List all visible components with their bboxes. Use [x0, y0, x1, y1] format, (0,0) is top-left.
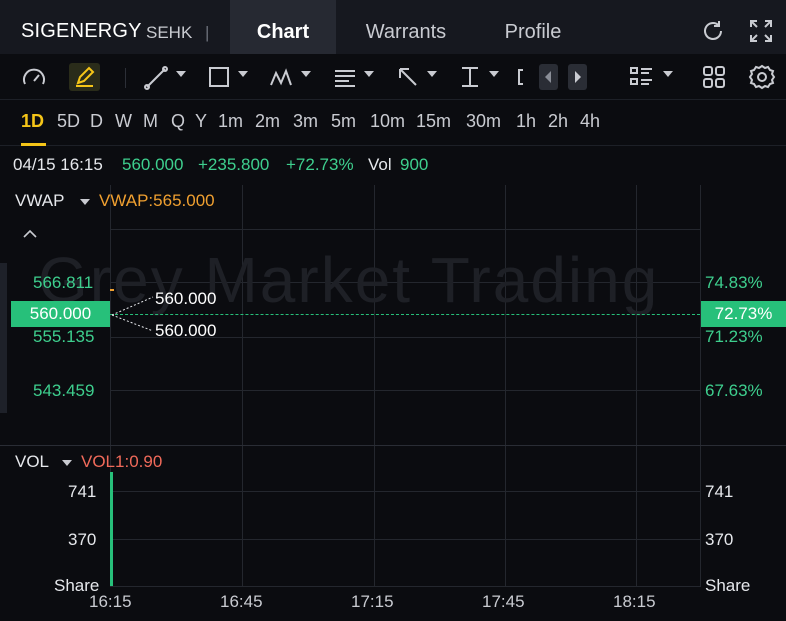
draw-pen-icon[interactable] — [69, 63, 100, 91]
timeframe-10m[interactable]: 10m — [370, 111, 405, 132]
low-annotation: 560.000 — [155, 321, 217, 340]
tab-warrants[interactable]: Warrants — [342, 0, 470, 54]
timeframe-w[interactable]: W — [115, 111, 132, 132]
quote-datetime: 04/15 16:15 — [13, 155, 103, 174]
volume-indicator-name[interactable]: VOL — [15, 452, 49, 472]
high-annotation: 560.000 — [155, 289, 217, 308]
current-price-tag: 560.000 — [11, 301, 110, 327]
timeframe-y[interactable]: Y — [195, 111, 207, 132]
current-pct-tag: 72.73% — [701, 301, 786, 327]
chevron-up-icon[interactable] — [22, 226, 38, 244]
quote-line: 04/15 16:15 560.000 +235.800 +72.73% Vol… — [0, 146, 786, 184]
header-separator: | — [205, 23, 210, 42]
y-axis-label: 555.135 — [33, 327, 95, 346]
arrow-icon[interactable] — [394, 63, 440, 91]
exchange-label: SEHK — [146, 23, 193, 42]
timeframe-1m[interactable]: 1m — [218, 111, 243, 132]
grid-icon[interactable] — [700, 63, 728, 91]
current-price-line — [110, 314, 700, 315]
gridline — [110, 229, 700, 230]
chevron-down-icon — [364, 71, 374, 77]
tab-chart[interactable]: Chart — [230, 0, 336, 54]
volume-bar — [110, 472, 113, 586]
volume-axis-label: 741 — [68, 482, 97, 501]
y-axis-label: 566.811 — [33, 273, 94, 292]
gauge-icon[interactable] — [20, 63, 48, 91]
volume-indicator-value: VOL1:0.90 — [81, 452, 163, 471]
panel-separator — [0, 445, 786, 446]
rectangle-icon[interactable] — [205, 63, 251, 91]
gridline — [700, 185, 701, 587]
vwap-mark — [110, 289, 114, 291]
side-handle[interactable] — [0, 263, 7, 413]
gridline — [110, 539, 700, 540]
quote-price: 560.000 — [122, 155, 184, 174]
tab-profile[interactable]: Profile — [482, 0, 584, 54]
quote-change: +235.800 — [198, 155, 270, 174]
measure-icon[interactable] — [456, 63, 502, 91]
timeframe-3m[interactable]: 3m — [293, 111, 318, 132]
timeframe-4h[interactable]: 4h — [580, 111, 600, 132]
x-axis-label: 17:15 — [351, 592, 394, 611]
volume-axis-label: 370 — [68, 530, 97, 549]
x-axis-label: 16:15 — [89, 592, 132, 611]
y-axis-pct-label: 67.63% — [705, 381, 763, 400]
x-axis-label: 17:45 — [482, 592, 525, 611]
indicator-name[interactable]: VWAP — [15, 191, 64, 211]
gridline — [110, 586, 700, 587]
gridline — [110, 390, 700, 391]
text-note-icon[interactable] — [331, 63, 377, 91]
top-bar: SIGENERGY SEHK | Chart Warrants Profile — [0, 0, 786, 54]
indicator-value: VWAP:565.000 — [99, 191, 215, 210]
trendline-icon[interactable] — [143, 63, 189, 91]
refresh-icon[interactable] — [700, 18, 726, 44]
timeframe-30m[interactable]: 30m — [466, 111, 501, 132]
timeframe-d[interactable]: D — [90, 111, 103, 132]
timeframe-1d[interactable]: 1D — [21, 111, 44, 132]
volume-axis-label: 741 — [705, 482, 734, 501]
timeframe-5m[interactable]: 5m — [331, 111, 356, 132]
quote-vol-label: Vol — [368, 155, 392, 174]
timeframe-5d[interactable]: 5D — [57, 111, 80, 132]
chevron-down-icon — [176, 71, 186, 77]
price-annotation-lines — [111, 296, 154, 332]
chevron-down-icon[interactable] — [80, 199, 90, 205]
pattern-icon[interactable] — [268, 63, 314, 91]
stock-symbol: SIGENERGY — [21, 20, 142, 42]
chevron-down-icon[interactable] — [62, 460, 72, 466]
fullscreen-icon[interactable] — [748, 18, 774, 44]
timeframe-2h[interactable]: 2h — [548, 111, 568, 132]
timeframe-2m[interactable]: 2m — [255, 111, 280, 132]
quote-vol-value: 900 — [400, 155, 429, 174]
y-axis-pct-label: 71.23% — [705, 327, 763, 346]
chevron-down-icon — [663, 71, 673, 77]
next-arrow-icon[interactable] — [568, 64, 587, 90]
timeframe-q[interactable]: Q — [171, 111, 185, 132]
gear-icon[interactable] — [748, 63, 776, 91]
chevron-down-icon — [489, 71, 499, 77]
timeframe-1h[interactable]: 1h — [516, 111, 536, 132]
timeframe-15m[interactable]: 15m — [416, 111, 451, 132]
volume-axis-label: 370 — [705, 530, 734, 549]
chevron-down-icon — [238, 71, 248, 77]
quote-change-pct: +72.73% — [286, 155, 354, 174]
toolbar-divider — [125, 68, 126, 88]
volume-axis-label: Share — [705, 576, 751, 595]
bracket-icon[interactable] — [516, 63, 526, 91]
timeframe-bar: 1D 5D D W M Q Y 1m 2m 3m 5m 10m 15m 30m 1h 2h 4h — [0, 100, 786, 146]
prev-arrow-icon[interactable] — [539, 64, 558, 90]
timeframe-m[interactable]: M — [143, 111, 158, 132]
x-axis-label: 18:15 — [613, 592, 656, 611]
gridline — [110, 491, 700, 492]
drawing-toolbar — [0, 54, 786, 100]
chevron-down-icon — [301, 71, 311, 77]
y-axis-pct-label: 74.83% — [705, 273, 763, 292]
layout-list-icon[interactable] — [628, 63, 674, 91]
chevron-down-icon — [427, 71, 437, 77]
x-axis-label: 16:45 — [220, 592, 263, 611]
y-axis-label: 543.459 — [33, 381, 95, 400]
